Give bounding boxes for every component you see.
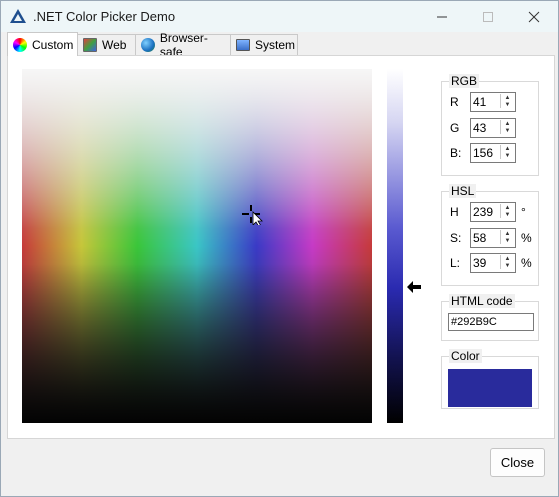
saturation-label: S: — [450, 231, 462, 245]
red-value: 41 — [473, 95, 487, 109]
spin-down-icon[interactable]: ▼ — [501, 101, 514, 108]
lightness-row: L: 39 ▲ ▼ % — [450, 253, 532, 273]
spin-up-icon[interactable]: ▲ — [501, 145, 514, 152]
html-code-group: HTML code #292B9C — [441, 294, 539, 341]
close-window-button[interactable] — [511, 1, 557, 32]
spin-up-icon[interactable]: ▲ — [501, 204, 514, 211]
spin-up-icon[interactable]: ▲ — [501, 230, 514, 237]
red-row: R 41 ▲ ▼ — [450, 92, 516, 112]
title-bar[interactable]: .NET Color Picker Demo — [1, 1, 558, 32]
color-group-title: Color — [449, 349, 482, 363]
web-palette-icon — [83, 38, 97, 52]
minimize-icon — [437, 16, 447, 17]
green-spinner[interactable]: 43 ▲ ▼ — [470, 118, 516, 138]
blue-row: B: 156 ▲ ▼ — [450, 143, 516, 163]
spin-down-icon[interactable]: ▼ — [501, 262, 514, 269]
saturation-value: 58 — [473, 231, 487, 245]
hsl-group: HSL H 239 ▲ ▼ ° S: 58 ▲ ▼ % L: 39 ▲ ▼ % — [441, 184, 539, 286]
spin-down-icon[interactable]: ▼ — [501, 211, 514, 218]
spin-down-icon[interactable]: ▼ — [501, 152, 514, 159]
tab-custom[interactable]: Custom — [7, 32, 78, 56]
hue-value: 239 — [473, 205, 494, 219]
maximize-icon — [483, 11, 493, 22]
green-updown[interactable]: ▲ ▼ — [500, 120, 514, 134]
saturation-updown[interactable]: ▲ ▼ — [500, 230, 514, 244]
minimize-button[interactable] — [419, 1, 465, 32]
system-monitor-icon — [236, 39, 250, 51]
window-title: .NET Color Picker Demo — [33, 9, 176, 24]
hue-spinner[interactable]: 239 ▲ ▼ — [470, 202, 516, 222]
green-value: 43 — [473, 121, 487, 135]
close-button[interactable]: Close — [490, 448, 545, 477]
blue-label: B: — [450, 146, 462, 160]
tab-browser-safe[interactable]: Browser-safe — [135, 31, 231, 59]
green-row: G 43 ▲ ▼ — [450, 118, 516, 138]
luminance-arrow-icon[interactable] — [407, 281, 423, 293]
saturation-unit: % — [521, 231, 532, 245]
spin-up-icon[interactable]: ▲ — [501, 120, 514, 127]
lightness-spinner[interactable]: 39 ▲ ▼ — [470, 253, 516, 273]
spin-up-icon[interactable]: ▲ — [501, 255, 514, 262]
lightness-label: L: — [450, 256, 461, 270]
hue-updown[interactable]: ▲ ▼ — [500, 204, 514, 218]
tab-custom-label: Custom — [32, 37, 74, 52]
green-label: G — [450, 121, 460, 135]
color-swatch — [448, 369, 532, 407]
hue-unit: ° — [521, 205, 526, 219]
html-code-title: HTML code — [449, 294, 515, 308]
color-field-shading — [22, 69, 372, 423]
hsl-group-title: HSL — [449, 184, 477, 198]
app-logo-icon — [10, 9, 26, 23]
spin-up-icon[interactable]: ▲ — [501, 94, 514, 101]
saturation-row: S: 58 ▲ ▼ % — [450, 228, 532, 248]
rgb-group-title: RGB — [449, 74, 480, 88]
blue-spinner[interactable]: 156 ▲ ▼ — [470, 143, 516, 163]
blue-value: 156 — [473, 146, 494, 160]
lightness-unit: % — [521, 256, 532, 270]
color-wheel-icon — [13, 37, 27, 52]
globe-icon — [141, 38, 155, 52]
red-label: R — [450, 95, 459, 109]
spin-down-icon[interactable]: ▼ — [501, 237, 514, 244]
html-code-field[interactable]: #292B9C — [448, 313, 534, 331]
tab-web-label: Web — [102, 38, 127, 52]
color-group: Color — [441, 349, 539, 409]
red-spinner[interactable]: 41 ▲ ▼ — [470, 92, 516, 112]
luminance-slider[interactable] — [387, 69, 403, 423]
color-field[interactable] — [22, 69, 372, 423]
tab-system[interactable]: System — [230, 34, 298, 55]
tab-web[interactable]: Web — [77, 34, 136, 55]
close-icon — [528, 11, 540, 22]
crosshair-cursor-icon — [242, 205, 263, 225]
lightness-value: 39 — [473, 256, 487, 270]
app-window: .NET Color Picker Demo Custom Web Browse… — [0, 0, 559, 497]
blue-updown[interactable]: ▲ ▼ — [500, 145, 514, 159]
rgb-group: RGB R 41 ▲ ▼ G 43 ▲ ▼ B: 156 ▲ ▼ — [441, 74, 539, 176]
spin-down-icon[interactable]: ▼ — [501, 127, 514, 134]
hue-row: H 239 ▲ ▼ ° — [450, 202, 526, 222]
hue-label: H — [450, 205, 459, 219]
saturation-spinner[interactable]: 58 ▲ ▼ — [470, 228, 516, 248]
tab-system-label: System — [255, 38, 296, 52]
maximize-button[interactable] — [465, 1, 511, 32]
red-updown[interactable]: ▲ ▼ — [500, 94, 514, 108]
lightness-updown[interactable]: ▲ ▼ — [500, 255, 514, 269]
